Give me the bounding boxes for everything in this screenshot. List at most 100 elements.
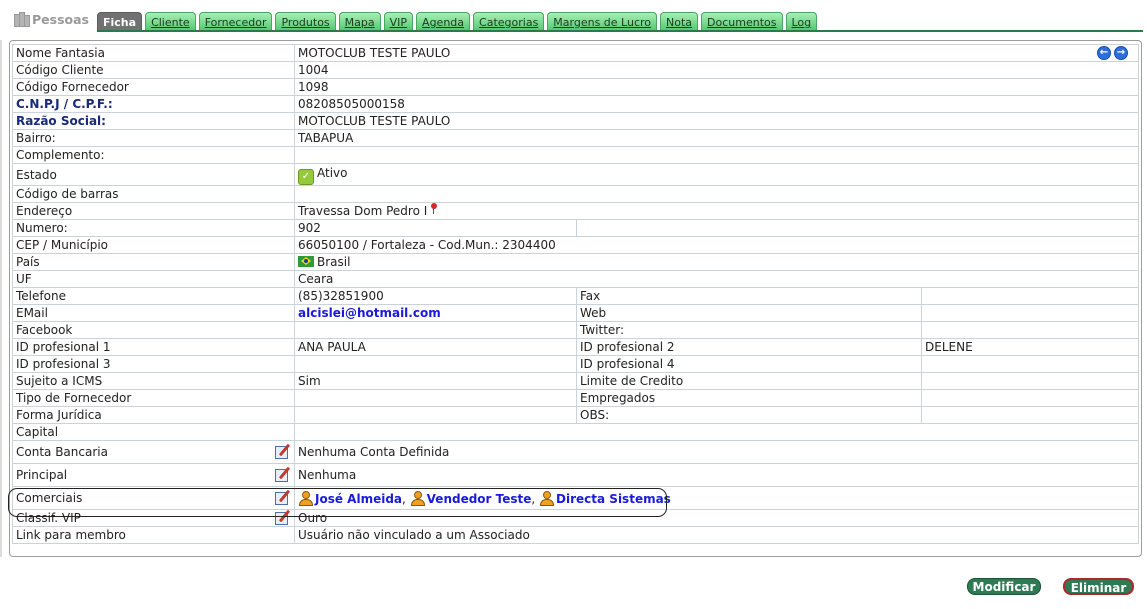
label-uf: UF: [12, 270, 295, 288]
row-facebook: Facebook Twitter:: [12, 321, 1140, 339]
label-empregados: Empregados: [576, 389, 922, 407]
edit-icon[interactable]: [275, 444, 291, 460]
tab-produtos[interactable]: Produtos: [275, 12, 336, 30]
label-razao-social: Razão Social:: [12, 112, 295, 130]
label-cnpj: C.N.P.J / C.P.F.:: [12, 95, 295, 113]
row-complemento: Complemento:: [12, 146, 1140, 164]
prev-arrow-icon[interactable]: ←: [1097, 46, 1111, 60]
tab-margens-de-lucro[interactable]: Margens de Lucro: [547, 12, 658, 30]
person-icon: [539, 490, 555, 506]
value-web: [920, 304, 1140, 322]
row-capital: Capital: [12, 423, 1140, 441]
comercial-link[interactable]: Directa Sistemas: [556, 492, 671, 506]
person-icon: [298, 490, 314, 506]
principal-label: Principal: [16, 468, 68, 482]
label-id-prof-1: ID profesional 1: [12, 338, 295, 356]
value-id-prof-3: [294, 355, 577, 373]
row-email: EMail alcislei@hotmail.com Web: [12, 304, 1140, 322]
label-conta-bancaria: Conta Bancaria: [12, 440, 295, 464]
row-id-prof-3: ID profesional 3 ID profesional 4: [12, 355, 1140, 373]
value-forma-juridica: [294, 406, 577, 424]
tab-mapa[interactable]: Mapa: [338, 12, 381, 30]
tab-cliente[interactable]: Cliente: [145, 12, 196, 30]
value-obs: [920, 406, 1140, 424]
value-sujeito-icms: Sim: [294, 372, 577, 390]
label-forma-juridica: Forma Jurídica: [12, 406, 295, 424]
value-id-prof-2: DELENE: [920, 338, 1140, 356]
conta-bancaria-label: Conta Bancaria: [16, 445, 108, 459]
value-tipo-fornecedor: [294, 389, 577, 407]
row-forma-juridica: Forma Jurídica OBS:: [12, 406, 1140, 424]
label-facebook: Facebook: [12, 321, 295, 339]
edit-icon[interactable]: [275, 467, 291, 483]
value-bairro: TABAPUA: [293, 129, 1140, 147]
tab-agenda[interactable]: Agenda: [416, 12, 471, 30]
row-pais: País Brasil: [12, 253, 1140, 271]
tab-vip[interactable]: VIP: [383, 12, 414, 30]
comercial-link[interactable]: Vendedor Teste: [427, 492, 532, 506]
row-codigo-barras: Código de barras: [12, 185, 1140, 203]
record-navigation: ← →: [1097, 46, 1128, 60]
row-cep-municipio: CEP / Município 66050100 / Fortaleza - C…: [12, 236, 1140, 254]
pais-text: Brasil: [317, 255, 351, 269]
value-classif-vip: Ouro: [293, 509, 1140, 527]
label-codigo-barras: Código de barras: [12, 185, 295, 203]
value-principal: Nenhuma: [293, 463, 1140, 487]
tab-fornecedor[interactable]: Fornecedor: [198, 12, 273, 30]
tab-ficha[interactable]: Ficha: [97, 12, 143, 30]
separator: ,: [402, 491, 406, 506]
email-link[interactable]: alcislei@hotmail.com: [298, 306, 441, 320]
endereco-text: Travessa Dom Pedro I: [298, 204, 428, 218]
value-numero: 902: [294, 219, 577, 237]
tab-documentos[interactable]: Documentos: [701, 12, 783, 30]
tab-categorias[interactable]: Categorias: [473, 12, 545, 30]
modify-button[interactable]: Modificar: [967, 578, 1041, 595]
edit-icon[interactable]: [275, 511, 291, 526]
tab-log[interactable]: Log: [785, 12, 818, 30]
label-numero: Numero:: [12, 219, 295, 237]
value-codigo-cliente: 1004: [293, 61, 1140, 79]
value-fax: [920, 287, 1140, 305]
left-edge: [0, 40, 2, 557]
value-cep-municipio: 66050100 / Fortaleza - Cod.Mun.: 2304400: [293, 236, 1140, 254]
brand: Pessoas: [14, 11, 89, 27]
value-cnpj: 08208505000158: [293, 95, 1140, 113]
label-bairro: Bairro:: [12, 129, 295, 147]
row-endereco: Endereço Travessa Dom Pedro I: [12, 202, 1140, 220]
value-uf: Ceara: [293, 270, 1140, 288]
row-codigo-fornecedor: Código Fornecedor 1098: [12, 78, 1140, 96]
separator: ,: [531, 491, 536, 506]
row-cnpj: C.N.P.J / C.P.F.: 08208505000158: [12, 95, 1140, 113]
label-link-membro: Link para membro: [12, 526, 295, 544]
value-link-membro: Usuário não vinculado a um Associado: [293, 526, 1140, 544]
value-id-prof-1: ANA PAULA: [294, 338, 577, 356]
tab-nota[interactable]: Nota: [660, 12, 699, 30]
value-pais: Brasil: [293, 253, 1140, 271]
label-id-prof-4: ID profesional 4: [576, 355, 922, 373]
next-arrow-icon[interactable]: →: [1114, 46, 1128, 60]
label-email: EMail: [12, 304, 295, 322]
estado-text: Ativo: [317, 165, 348, 180]
label-principal: Principal: [12, 463, 295, 487]
delete-button[interactable]: Eliminar: [1063, 578, 1134, 595]
ficha-table: Nome Fantasia MOTOCLUB TESTE PAULO Códig…: [12, 44, 1140, 544]
value-email: alcislei@hotmail.com: [294, 304, 577, 322]
comerciais-label: Comerciais: [16, 491, 83, 505]
label-sujeito-icms: Sujeito a ICMS: [12, 372, 295, 390]
label-nome-fantasia: Nome Fantasia: [12, 44, 295, 62]
comercial-link[interactable]: José Almeida: [315, 492, 402, 506]
numero-extra: [575, 219, 1140, 237]
edit-icon[interactable]: [275, 490, 291, 506]
row-codigo-cliente: Código Cliente 1004: [12, 61, 1140, 79]
row-comerciais: Comerciais José Almeida, Vendedor Teste,…: [12, 486, 1140, 510]
brazil-flag-icon: [298, 256, 314, 267]
value-twitter: [920, 321, 1140, 339]
label-fax: Fax: [576, 287, 922, 305]
top-bar: Pessoas Ficha Cliente Fornecedor Produto…: [0, 0, 1147, 34]
row-link-membro: Link para membro Usuário não vinculado a…: [12, 526, 1140, 544]
label-limite-credito: Limite de Credito: [576, 372, 922, 390]
map-pin-icon[interactable]: [430, 203, 438, 216]
label-estado: Estado: [12, 163, 295, 186]
value-capital: [293, 423, 1140, 441]
row-conta-bancaria: Conta Bancaria Nenhuma Conta Definida: [12, 440, 1140, 464]
